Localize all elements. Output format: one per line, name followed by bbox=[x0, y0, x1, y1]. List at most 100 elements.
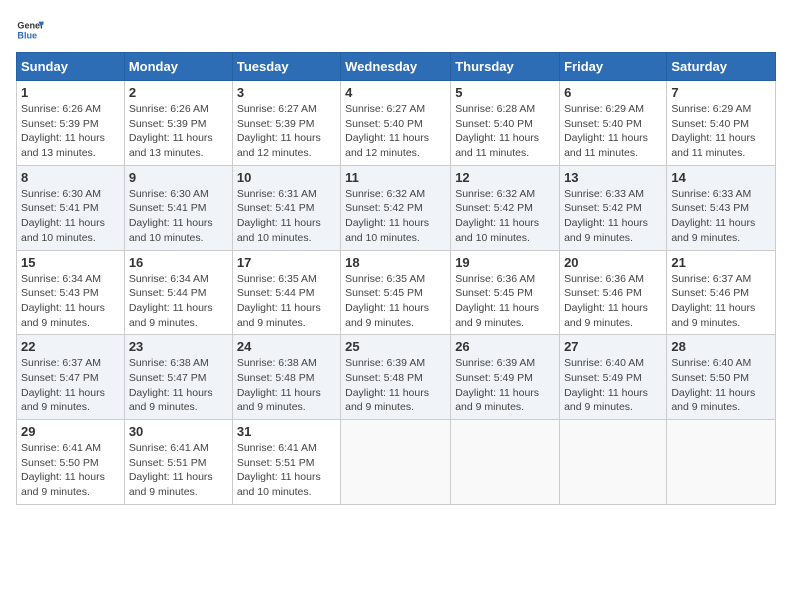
day-number: 25 bbox=[345, 339, 446, 354]
day-number: 26 bbox=[455, 339, 555, 354]
calendar-header-row: SundayMondayTuesdayWednesdayThursdayFrid… bbox=[17, 53, 776, 81]
calendar-day-cell: 22Sunrise: 6:37 AMSunset: 5:47 PMDayligh… bbox=[17, 335, 125, 420]
calendar-day-cell: 24 Sunrise: 6:38 AMSunset: 5:48 PMDayligh… bbox=[232, 335, 340, 420]
day-info: Sunrise: 6:35 AMSunset: 5:45 PMDaylight:… bbox=[345, 272, 446, 331]
calendar-day-cell: 28 Sunrise: 6:40 AMSunset: 5:50 PMDayligh… bbox=[667, 335, 776, 420]
day-number: 5 bbox=[455, 85, 555, 100]
calendar-day-cell bbox=[667, 420, 776, 505]
day-number: 8 bbox=[21, 170, 120, 185]
day-number: 18 bbox=[345, 255, 446, 270]
calendar-week-row: 1 Sunrise: 6:26 AMSunset: 5:39 PMDaylight… bbox=[17, 81, 776, 166]
calendar-week-row: 22Sunrise: 6:37 AMSunset: 5:47 PMDayligh… bbox=[17, 335, 776, 420]
day-number: 16 bbox=[129, 255, 228, 270]
calendar-day-cell bbox=[560, 420, 667, 505]
day-info: Sunrise: 6:34 AMSunset: 5:43 PMDaylight:… bbox=[21, 272, 120, 331]
calendar-day-cell: 26 Sunrise: 6:39 AMSunset: 5:49 PMDayligh… bbox=[451, 335, 560, 420]
day-info: Sunrise: 6:38 AMSunset: 5:47 PMDaylight:… bbox=[129, 356, 228, 415]
calendar-day-cell: 21Sunrise: 6:37 AMSunset: 5:46 PMDayligh… bbox=[667, 250, 776, 335]
day-info: Sunrise: 6:41 AMSunset: 5:50 PMDaylight:… bbox=[21, 441, 120, 500]
day-number: 1 bbox=[21, 85, 120, 100]
day-number: 20 bbox=[564, 255, 662, 270]
calendar-day-cell: 25 Sunrise: 6:39 AMSunset: 5:48 PMDayligh… bbox=[341, 335, 451, 420]
calendar-day-cell: 18 Sunrise: 6:35 AMSunset: 5:45 PMDayligh… bbox=[341, 250, 451, 335]
calendar-day-cell: 12 Sunrise: 6:32 AMSunset: 5:42 PMDayligh… bbox=[451, 165, 560, 250]
calendar-day-cell: 15 Sunrise: 6:34 AMSunset: 5:43 PMDayligh… bbox=[17, 250, 125, 335]
svg-text:Blue: Blue bbox=[17, 30, 37, 40]
day-info: Sunrise: 6:40 AMSunset: 5:50 PMDaylight:… bbox=[671, 356, 771, 415]
day-number: 2 bbox=[129, 85, 228, 100]
day-info: Sunrise: 6:31 AMSunset: 5:41 PMDaylight:… bbox=[237, 187, 336, 246]
day-info: Sunrise: 6:39 AMSunset: 5:49 PMDaylight:… bbox=[455, 356, 555, 415]
calendar-day-cell: 2 Sunrise: 6:26 AMSunset: 5:39 PMDaylight… bbox=[124, 81, 232, 166]
day-header-thursday: Thursday bbox=[451, 53, 560, 81]
day-info: Sunrise: 6:32 AMSunset: 5:42 PMDaylight:… bbox=[455, 187, 555, 246]
calendar-table: SundayMondayTuesdayWednesdayThursdayFrid… bbox=[16, 52, 776, 505]
calendar-day-cell: 14Sunrise: 6:33 AMSunset: 5:43 PMDayligh… bbox=[667, 165, 776, 250]
day-header-tuesday: Tuesday bbox=[232, 53, 340, 81]
calendar-day-cell: 11 Sunrise: 6:32 AMSunset: 5:42 PMDayligh… bbox=[341, 165, 451, 250]
day-header-friday: Friday bbox=[560, 53, 667, 81]
day-info: Sunrise: 6:27 AMSunset: 5:40 PMDaylight:… bbox=[345, 102, 446, 161]
calendar-day-cell: 3 Sunrise: 6:27 AMSunset: 5:39 PMDaylight… bbox=[232, 81, 340, 166]
day-number: 14 bbox=[671, 170, 771, 185]
calendar-day-cell: 5 Sunrise: 6:28 AMSunset: 5:40 PMDaylight… bbox=[451, 81, 560, 166]
calendar-day-cell: 17 Sunrise: 6:35 AMSunset: 5:44 PMDayligh… bbox=[232, 250, 340, 335]
calendar-day-cell: 19Sunrise: 6:36 AMSunset: 5:45 PMDayligh… bbox=[451, 250, 560, 335]
calendar-day-cell bbox=[341, 420, 451, 505]
day-number: 11 bbox=[345, 170, 446, 185]
page-header: General Blue bbox=[16, 16, 776, 44]
calendar-week-row: 8 Sunrise: 6:30 AMSunset: 5:41 PMDaylight… bbox=[17, 165, 776, 250]
day-number: 6 bbox=[564, 85, 662, 100]
day-info: Sunrise: 6:38 AMSunset: 5:48 PMDaylight:… bbox=[237, 356, 336, 415]
day-info: Sunrise: 6:29 AMSunset: 5:40 PMDaylight:… bbox=[564, 102, 662, 161]
day-info: Sunrise: 6:30 AMSunset: 5:41 PMDaylight:… bbox=[21, 187, 120, 246]
day-number: 28 bbox=[671, 339, 771, 354]
day-info: Sunrise: 6:28 AMSunset: 5:40 PMDaylight:… bbox=[455, 102, 555, 161]
day-info: Sunrise: 6:35 AMSunset: 5:44 PMDaylight:… bbox=[237, 272, 336, 331]
calendar-day-cell: 6 Sunrise: 6:29 AMSunset: 5:40 PMDaylight… bbox=[560, 81, 667, 166]
day-number: 31 bbox=[237, 424, 336, 439]
day-number: 21 bbox=[671, 255, 771, 270]
day-number: 15 bbox=[21, 255, 120, 270]
day-number: 17 bbox=[237, 255, 336, 270]
day-number: 10 bbox=[237, 170, 336, 185]
day-info: Sunrise: 6:39 AMSunset: 5:48 PMDaylight:… bbox=[345, 356, 446, 415]
calendar-day-cell: 10 Sunrise: 6:31 AMSunset: 5:41 PMDayligh… bbox=[232, 165, 340, 250]
calendar-day-cell: 1 Sunrise: 6:26 AMSunset: 5:39 PMDaylight… bbox=[17, 81, 125, 166]
calendar-day-cell: 23 Sunrise: 6:38 AMSunset: 5:47 PMDayligh… bbox=[124, 335, 232, 420]
day-number: 24 bbox=[237, 339, 336, 354]
day-info: Sunrise: 6:33 AMSunset: 5:42 PMDaylight:… bbox=[564, 187, 662, 246]
day-info: Sunrise: 6:29 AMSunset: 5:40 PMDaylight:… bbox=[671, 102, 771, 161]
day-number: 13 bbox=[564, 170, 662, 185]
day-info: Sunrise: 6:41 AMSunset: 5:51 PMDaylight:… bbox=[129, 441, 228, 500]
calendar-day-cell: 7 Sunrise: 6:29 AMSunset: 5:40 PMDaylight… bbox=[667, 81, 776, 166]
day-info: Sunrise: 6:26 AMSunset: 5:39 PMDaylight:… bbox=[21, 102, 120, 161]
logo: General Blue bbox=[16, 16, 44, 44]
day-number: 23 bbox=[129, 339, 228, 354]
day-info: Sunrise: 6:26 AMSunset: 5:39 PMDaylight:… bbox=[129, 102, 228, 161]
calendar-day-cell: 20Sunrise: 6:36 AMSunset: 5:46 PMDayligh… bbox=[560, 250, 667, 335]
day-number: 29 bbox=[21, 424, 120, 439]
day-number: 3 bbox=[237, 85, 336, 100]
calendar-week-row: 15 Sunrise: 6:34 AMSunset: 5:43 PMDayligh… bbox=[17, 250, 776, 335]
day-info: Sunrise: 6:37 AMSunset: 5:47 PMDaylight:… bbox=[21, 356, 120, 415]
day-header-wednesday: Wednesday bbox=[341, 53, 451, 81]
day-number: 30 bbox=[129, 424, 228, 439]
day-number: 4 bbox=[345, 85, 446, 100]
day-number: 12 bbox=[455, 170, 555, 185]
day-info: Sunrise: 6:27 AMSunset: 5:39 PMDaylight:… bbox=[237, 102, 336, 161]
day-number: 7 bbox=[671, 85, 771, 100]
calendar-day-cell: 31 Sunrise: 6:41 AMSunset: 5:51 PMDayligh… bbox=[232, 420, 340, 505]
day-info: Sunrise: 6:41 AMSunset: 5:51 PMDaylight:… bbox=[237, 441, 336, 500]
calendar-day-cell: 29 Sunrise: 6:41 AMSunset: 5:50 PMDayligh… bbox=[17, 420, 125, 505]
day-info: Sunrise: 6:32 AMSunset: 5:42 PMDaylight:… bbox=[345, 187, 446, 246]
day-info: Sunrise: 6:40 AMSunset: 5:49 PMDaylight:… bbox=[564, 356, 662, 415]
calendar-day-cell: 9Sunrise: 6:30 AMSunset: 5:41 PMDaylight… bbox=[124, 165, 232, 250]
day-header-sunday: Sunday bbox=[17, 53, 125, 81]
day-info: Sunrise: 6:34 AMSunset: 5:44 PMDaylight:… bbox=[129, 272, 228, 331]
calendar-week-row: 29 Sunrise: 6:41 AMSunset: 5:50 PMDayligh… bbox=[17, 420, 776, 505]
calendar-day-cell: 16 Sunrise: 6:34 AMSunset: 5:44 PMDayligh… bbox=[124, 250, 232, 335]
calendar-day-cell: 27Sunrise: 6:40 AMSunset: 5:49 PMDayligh… bbox=[560, 335, 667, 420]
day-number: 19 bbox=[455, 255, 555, 270]
calendar-day-cell: 4 Sunrise: 6:27 AMSunset: 5:40 PMDaylight… bbox=[341, 81, 451, 166]
